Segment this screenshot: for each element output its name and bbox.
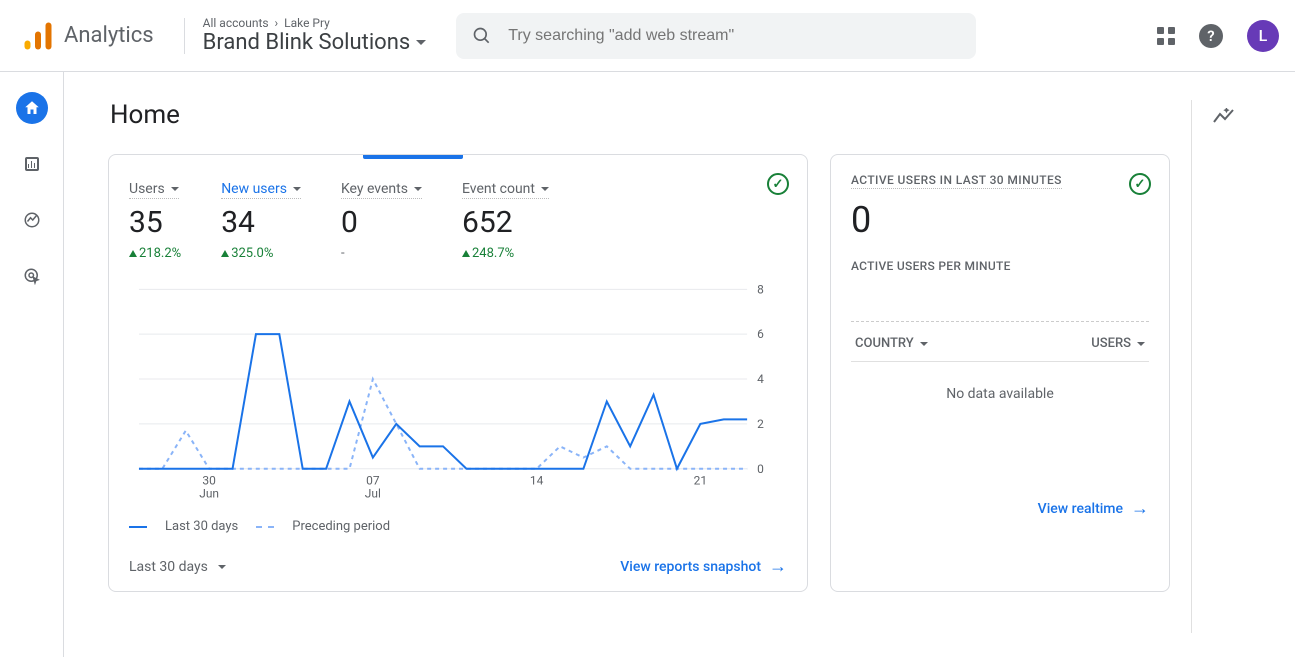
page-title: Home: [110, 100, 1173, 130]
svg-text:0: 0: [757, 462, 764, 476]
metric-delta: -: [341, 246, 422, 261]
realtime-value: 0: [851, 199, 1149, 241]
app-header: Analytics All accounts › Lake Pry Brand …: [0, 0, 1295, 72]
bar-chart-icon: [25, 157, 39, 171]
overview-card: ✓ Users 35 218.2% New users 34 325.0% Key ev…: [108, 154, 808, 592]
product-name: Analytics: [64, 23, 154, 48]
caret-down-icon: [416, 40, 426, 45]
arrow-right-icon: →: [769, 556, 787, 577]
caret-down-icon: [171, 187, 179, 191]
legend-swatch-prev: [256, 526, 274, 528]
caret-down-icon: [1137, 342, 1145, 346]
users-column-header[interactable]: USERS: [1091, 336, 1145, 351]
chart-area: 0 2 4 6 8 30Jun 07Jul 14 21: [129, 279, 787, 509]
metric-label: Key events: [341, 181, 422, 199]
search-input[interactable]: [506, 26, 960, 46]
metric-users[interactable]: Users 35 218.2%: [129, 181, 181, 261]
nav-reports[interactable]: [16, 148, 48, 180]
explore-icon: [23, 211, 41, 229]
metric-value: 0: [341, 205, 422, 240]
metric-delta: 248.7%: [462, 246, 549, 261]
avatar[interactable]: L: [1247, 20, 1279, 52]
caret-down-icon: [293, 187, 301, 191]
arrow-right-icon: →: [1131, 498, 1149, 519]
metric-label: Users: [129, 181, 179, 199]
home-icon: [23, 99, 41, 117]
svg-text:30: 30: [202, 474, 216, 488]
realtime-subtitle: ACTIVE USERS PER MINUTE: [851, 259, 1149, 273]
insights-panel-toggle[interactable]: [1191, 100, 1259, 633]
up-arrow-icon: [462, 250, 470, 257]
view-reports-link[interactable]: View reports snapshot →: [620, 556, 787, 577]
legend-current-label: Last 30 days: [165, 519, 238, 534]
metric-value: 35: [129, 205, 181, 240]
line-chart: 0 2 4 6 8 30Jun 07Jul 14 21: [129, 279, 787, 509]
no-data-message: No data available: [851, 362, 1149, 492]
metric-label: New users: [221, 181, 301, 199]
help-icon[interactable]: ?: [1199, 24, 1223, 48]
metric-new-users[interactable]: New users 34 325.0%: [221, 181, 301, 261]
view-realtime-label: View realtime: [1038, 501, 1123, 517]
svg-text:6: 6: [757, 327, 764, 341]
period-selector[interactable]: Last 30 days: [129, 559, 226, 575]
caret-down-icon: [218, 565, 226, 569]
status-check-icon[interactable]: ✓: [767, 173, 789, 195]
view-realtime-link[interactable]: View realtime →: [851, 498, 1149, 519]
legend-swatch-current: [129, 526, 147, 528]
apps-icon[interactable]: [1157, 27, 1175, 45]
svg-text:14: 14: [530, 474, 544, 488]
country-column-header[interactable]: COUNTRY: [855, 336, 928, 351]
status-check-icon[interactable]: ✓: [1129, 173, 1151, 195]
caret-down-icon: [414, 187, 422, 191]
breadcrumb: All accounts › Lake Pry: [203, 16, 427, 30]
product-logo-block[interactable]: Analytics: [8, 18, 166, 54]
svg-text:Jul: Jul: [365, 487, 381, 501]
analytics-logo-icon: [20, 18, 56, 54]
svg-text:21: 21: [694, 474, 707, 488]
property-name: Brand Blink Solutions: [203, 30, 411, 55]
search-icon: [472, 26, 492, 46]
nav-explore[interactable]: [16, 204, 48, 236]
metric-label: Event count: [462, 181, 549, 199]
svg-text:2: 2: [757, 417, 764, 431]
metrics-row: Users 35 218.2% New users 34 325.0% Key even…: [129, 173, 787, 261]
target-click-icon: [23, 267, 41, 285]
metric-event-count[interactable]: Event count 652 248.7%: [462, 181, 549, 261]
nav-advertising[interactable]: [16, 260, 48, 292]
caret-down-icon: [541, 187, 549, 191]
period-label: Last 30 days: [129, 559, 208, 575]
up-arrow-icon: [129, 250, 137, 257]
active-tab-indicator: [363, 155, 463, 159]
svg-text:8: 8: [757, 282, 764, 296]
search-bar[interactable]: [456, 13, 976, 59]
insights-sparkle-icon: [1213, 108, 1239, 128]
metric-value: 34: [221, 205, 301, 240]
crumb-parent: Lake Pry: [284, 16, 330, 30]
svg-text:Jun: Jun: [199, 487, 219, 501]
nav-home[interactable]: [16, 92, 48, 124]
header-divider: [184, 18, 185, 54]
metric-delta: 218.2%: [129, 246, 181, 261]
realtime-card: ✓ ACTIVE USERS IN LAST 30 MINUTES 0 ACTI…: [830, 154, 1170, 592]
side-nav: [0, 72, 64, 657]
up-arrow-icon: [221, 250, 229, 257]
realtime-title: ACTIVE USERS IN LAST 30 MINUTES: [851, 173, 1062, 189]
metric-value: 652: [462, 205, 549, 240]
divider: [851, 321, 1149, 322]
svg-text:4: 4: [757, 372, 764, 386]
crumb-accounts: All accounts: [203, 16, 269, 30]
property-selector[interactable]: All accounts › Lake Pry Brand Blink Solu…: [203, 16, 427, 55]
metric-delta: 325.0%: [221, 246, 301, 261]
legend-prev-label: Preceding period: [292, 519, 390, 534]
caret-down-icon: [920, 342, 928, 346]
chart-legend: Last 30 days Preceding period: [129, 519, 787, 534]
view-reports-label: View reports snapshot: [620, 559, 761, 575]
metric-key-events[interactable]: Key events 0 -: [341, 181, 422, 261]
svg-text:07: 07: [366, 474, 380, 488]
